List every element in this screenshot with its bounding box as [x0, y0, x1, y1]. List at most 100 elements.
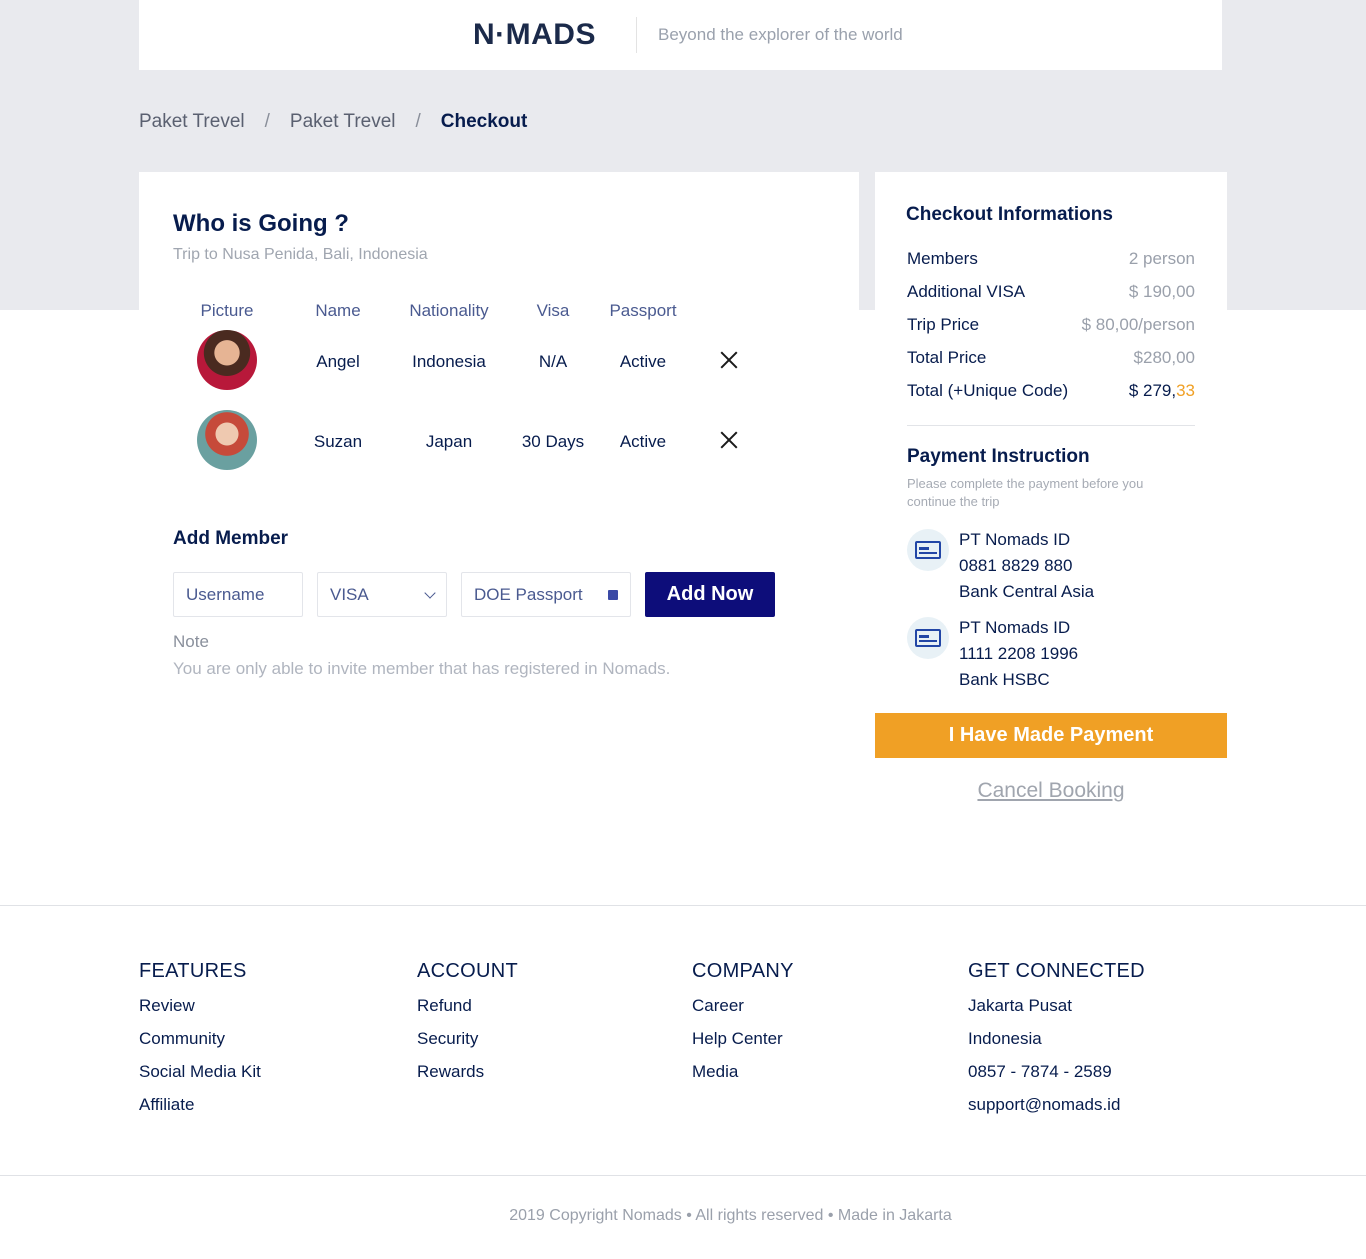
checkout-row-label: Members — [907, 248, 978, 268]
member-visa: 30 Days — [521, 432, 585, 451]
checkout-row-label: Additional VISA — [907, 281, 1026, 301]
footer-link[interactable]: Security — [417, 1028, 518, 1061]
site-header: N·MADS Beyond the explorer of the world — [139, 0, 1222, 70]
checkout-row-value: $ 80,00/person — [1081, 314, 1195, 334]
table-row: Angel Indonesia N/A Active — [173, 322, 783, 402]
checkout-row-value: $ 190,00 — [1128, 281, 1195, 301]
checkout-info-card: Checkout Informations Members 2 person A… — [875, 172, 1227, 713]
avatar — [197, 409, 257, 470]
footer-column-title: ACCOUNT — [417, 960, 518, 982]
avatar — [197, 329, 257, 390]
divider — [907, 425, 1195, 426]
checkout-row: Trip Price $ 80,00/person — [907, 308, 1195, 341]
footer-divider — [0, 905, 1366, 906]
remove-member-icon[interactable] — [720, 431, 738, 449]
member-passport: Active — [619, 352, 667, 371]
note-label: Note — [173, 632, 209, 651]
footer-email[interactable]: support@nomads.id — [968, 1094, 1145, 1127]
who-is-going-card: Who is Going ? Trip to Nusa Penida, Bali… — [139, 172, 859, 732]
add-now-button[interactable]: Add Now — [645, 572, 775, 617]
calendar-icon[interactable] — [608, 589, 618, 600]
checkout-row: Members 2 person — [907, 242, 1195, 275]
breadcrumb: Paket Trevel / Paket Trevel / Checkout — [139, 111, 527, 133]
bank-icon-wrap — [907, 529, 949, 571]
footer-link[interactable]: Refund — [417, 995, 518, 1028]
bank-account-number: 1111 2208 1996 — [959, 644, 1079, 663]
checkout-row-label: Trip Price — [907, 314, 980, 334]
username-input[interactable]: Username — [173, 572, 303, 617]
bank-icon-wrap — [907, 617, 949, 659]
add-member-form: Username VISA DOE Passport Add Now — [173, 572, 775, 617]
bank-account-name: PT Nomads ID — [959, 618, 1071, 637]
footer-column-get-connected: GET CONNECTED Jakarta Pusat Indonesia 08… — [968, 960, 1145, 1127]
chevron-down-icon — [424, 586, 436, 599]
copyright-text: 2019 Copyright Nomads • All rights reser… — [509, 1207, 952, 1224]
footer-column-title: FEATURES — [139, 960, 247, 982]
footer-link[interactable]: Social Media Kit — [139, 1061, 261, 1094]
member-table: Picture Name Nationality Visa Passport A… — [173, 300, 783, 482]
trip-subtitle: Trip to Nusa Penida, Bali, Indonesia — [173, 246, 428, 263]
checkout-info-list: Members 2 person Additional VISA $ 190,0… — [907, 242, 1195, 407]
payment-instruction-subtitle: Please complete the payment before you c… — [907, 476, 1144, 509]
payment-instruction-title: Payment Instruction — [907, 446, 1090, 467]
breadcrumb-current: Checkout — [440, 111, 528, 132]
checkout-row-label: Total Price — [907, 347, 987, 367]
bank-account: PT Nomads ID 0881 8829 880 Bank Central … — [907, 529, 1094, 605]
visa-select-value: VISA — [330, 584, 369, 604]
footer-column-title: COMPANY — [692, 960, 794, 982]
table-row: Suzan Japan 30 Days Active — [173, 402, 783, 482]
bank-name: Bank Central Asia — [959, 582, 1095, 601]
total-unique-value: $ 279,33 — [1129, 381, 1195, 401]
checkout-row: Total Price $280,00 — [907, 341, 1195, 374]
unique-code: 33 — [1176, 380, 1195, 400]
username-placeholder: Username — [186, 584, 265, 604]
checkout-row-label: Total (+Unique Code) — [907, 380, 1069, 400]
footer-link[interactable]: Affiliate — [139, 1094, 261, 1127]
cancel-booking-link[interactable]: Cancel Booking — [875, 779, 1227, 803]
member-name: Suzan — [313, 432, 363, 451]
made-payment-button[interactable]: I Have Made Payment — [875, 713, 1227, 758]
footer-link[interactable]: Community — [139, 1028, 261, 1061]
bank-account-number: 0881 8829 880 — [959, 556, 1073, 575]
member-name: Angel — [316, 352, 360, 371]
who-title: Who is Going ? — [173, 210, 349, 237]
breadcrumb-separator: / — [415, 111, 421, 132]
footer-column-title: GET CONNECTED — [968, 960, 1145, 982]
footer-bottom-divider — [0, 1175, 1366, 1176]
member-visa: N/A — [538, 352, 568, 371]
footer-link[interactable]: Career — [692, 995, 794, 1028]
footer-phone[interactable]: 0857 - 7874 - 2589 — [968, 1061, 1145, 1094]
footer-link[interactable]: Rewards — [417, 1061, 518, 1094]
doe-passport-placeholder: DOE Passport — [474, 584, 583, 604]
checkout-row-value: 2 person — [1128, 248, 1195, 268]
bank-name: Bank HSBC — [959, 670, 1050, 689]
footer-column-features: FEATURES Review Community Social Media K… — [139, 960, 261, 1127]
nomads-logo[interactable]: N·MADS — [473, 18, 596, 52]
footer-contact: Jakarta Pusat — [968, 996, 1072, 1015]
doe-passport-input[interactable]: DOE Passport — [461, 572, 631, 617]
credit-card-icon — [915, 629, 941, 647]
footer-link[interactable]: Media — [692, 1061, 794, 1094]
credit-card-icon — [915, 541, 941, 559]
column-header-picture: Picture — [200, 301, 254, 320]
add-member-title: Add Member — [173, 528, 289, 549]
checkout-info-title: Checkout Informations — [906, 204, 1113, 225]
member-nationality: Japan — [425, 432, 473, 451]
bank-account-name: PT Nomads ID — [959, 530, 1071, 549]
visa-select[interactable]: VISA — [317, 572, 447, 617]
footer-column-company: COMPANY Career Help Center Media — [692, 960, 794, 1094]
column-header-nationality: Nationality — [409, 301, 489, 320]
footer-column-account: ACCOUNT Refund Security Rewards — [417, 960, 518, 1094]
column-header-visa: Visa — [536, 301, 570, 320]
footer-link[interactable]: Help Center — [692, 1028, 794, 1061]
bank-account: PT Nomads ID 1111 2208 1996 Bank HSBC — [907, 617, 1078, 693]
remove-member-icon[interactable] — [720, 351, 738, 369]
checkout-row-total: Total (+Unique Code) $ 279,33 — [907, 374, 1195, 407]
footer-link[interactable]: Review — [139, 995, 261, 1028]
total-main: $ 279, — [1128, 380, 1177, 400]
breadcrumb-item[interactable]: Paket Trevel — [290, 111, 396, 133]
footer-contact: Indonesia — [968, 1029, 1042, 1048]
breadcrumb-item[interactable]: Paket Trevel — [139, 111, 245, 133]
checkout-row: Additional VISA $ 190,00 — [907, 275, 1195, 308]
column-header-passport: Passport — [609, 301, 677, 320]
